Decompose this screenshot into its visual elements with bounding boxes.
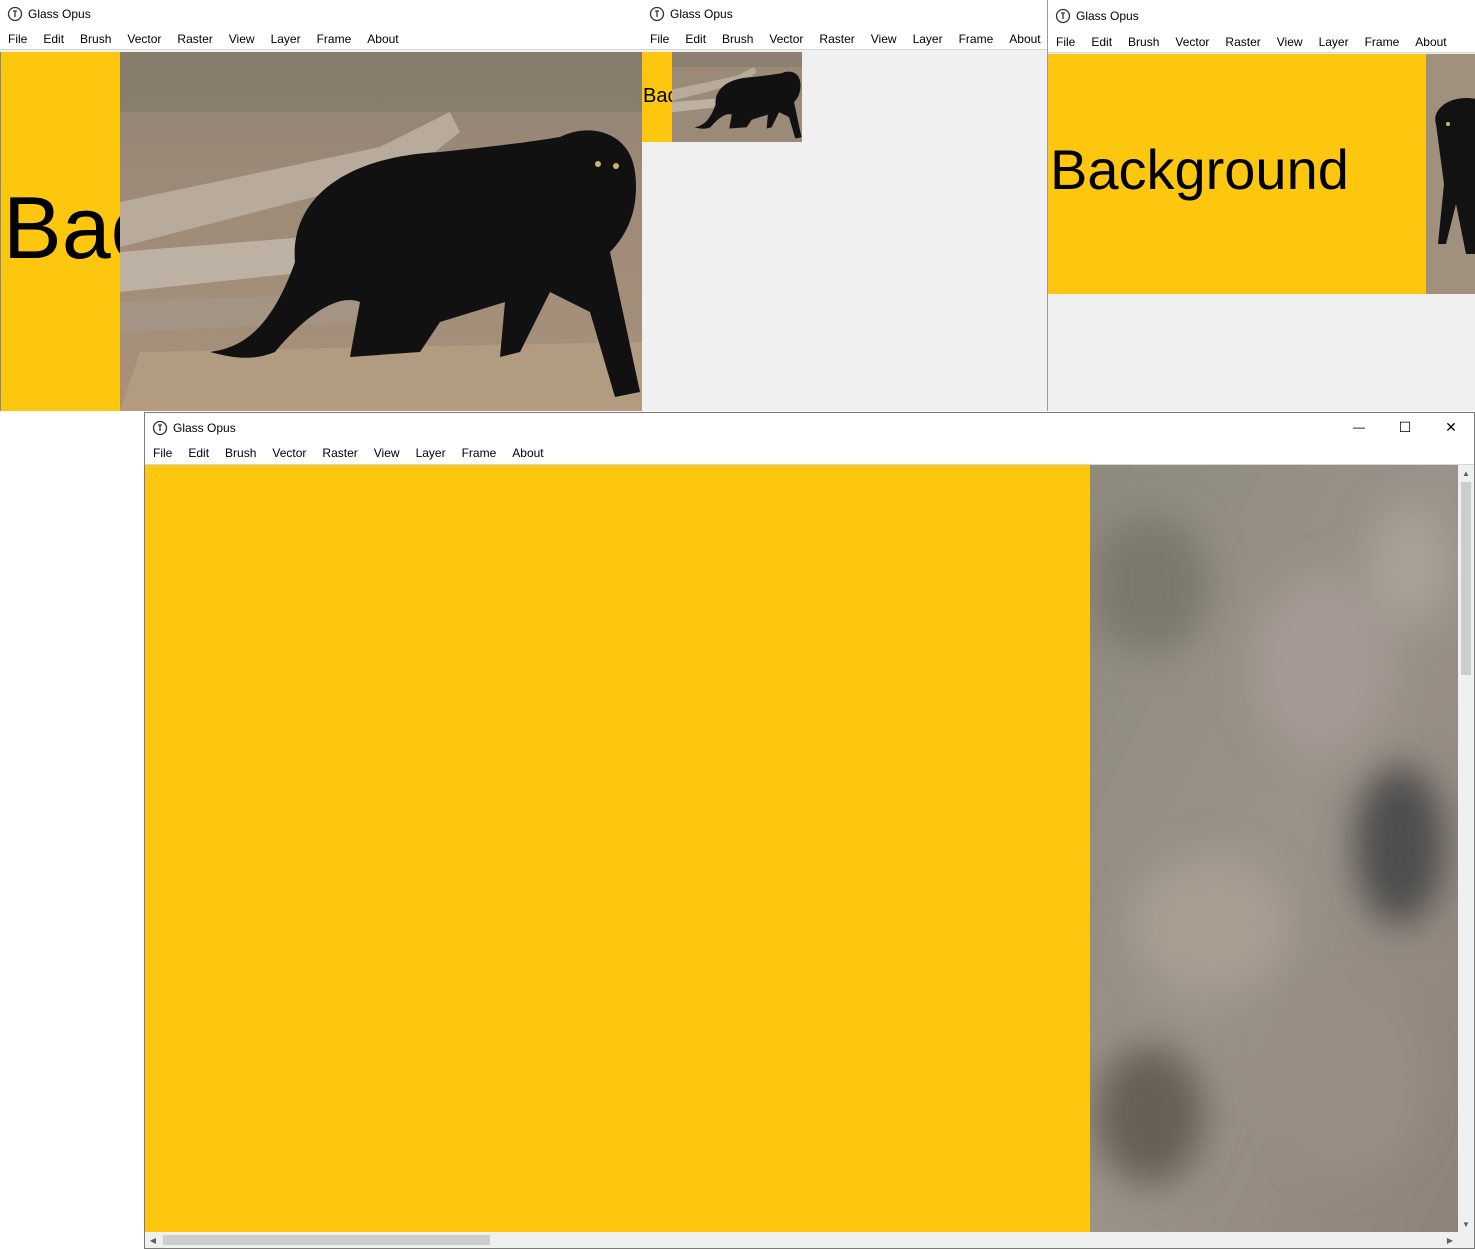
menu-layer[interactable]: Layer	[1319, 35, 1349, 49]
menu-vector[interactable]: Vector	[1175, 35, 1209, 49]
vertical-scrollbar[interactable]: ▲ ▼	[1458, 465, 1474, 1232]
menu-brush[interactable]: Brush	[1128, 35, 1159, 49]
menu-brush[interactable]: Brush	[80, 32, 111, 46]
menu-frame[interactable]: Frame	[1365, 35, 1400, 49]
minimize-button[interactable]: —	[1336, 413, 1382, 441]
background-layer: Background	[642, 52, 672, 142]
window-title: Glass Opus	[173, 420, 236, 435]
vertical-scroll-thumb[interactable]	[1461, 482, 1471, 675]
window-main-header: Glass Opus — ☐ ✕ File Edit Brush Vector …	[145, 413, 1474, 465]
menu-frame[interactable]: Frame	[317, 32, 352, 46]
menu-frame[interactable]: Frame	[959, 32, 994, 46]
layer-label: Background	[643, 85, 672, 107]
menu-layer[interactable]: Layer	[271, 32, 301, 46]
menu-frame[interactable]: Frame	[462, 446, 497, 460]
scroll-arrow-icon: ▶	[1446, 1235, 1454, 1245]
title-bar[interactable]: Glass Opus	[1048, 0, 1475, 31]
horizontal-scroll-thumb[interactable]	[163, 1235, 490, 1245]
app-logo-icon	[1055, 8, 1071, 23]
background-layer: Background	[1, 52, 120, 411]
background-layer: Background	[1048, 54, 1426, 294]
scroll-arrow-icon: ▲	[1462, 468, 1470, 478]
window-2: Glass Opus File Edit Brush Vector Raster…	[642, 0, 1047, 411]
window-title: Glass Opus	[1076, 8, 1139, 23]
scroll-left-button[interactable]: ◀	[145, 1232, 161, 1248]
menu-about[interactable]: About	[512, 446, 543, 460]
menu-file[interactable]: File	[1056, 35, 1075, 49]
window-2-header: Glass Opus File Edit Brush Vector Raster…	[642, 0, 1047, 50]
scroll-up-button[interactable]: ▲	[1458, 465, 1474, 481]
menu-view[interactable]: View	[374, 446, 400, 460]
menu-raster[interactable]: Raster	[322, 446, 357, 460]
close-button[interactable]: ✕	[1428, 413, 1474, 441]
app-logo-icon	[649, 6, 665, 22]
menu-vector[interactable]: Vector	[272, 446, 306, 460]
window-main: Glass Opus — ☐ ✕ File Edit Brush Vector …	[144, 412, 1475, 1249]
panther-photo	[1426, 54, 1475, 294]
menu-about[interactable]: About	[367, 32, 398, 46]
menu-file[interactable]: File	[153, 446, 172, 460]
app-logo-icon	[152, 420, 168, 435]
close-icon: ✕	[1445, 418, 1457, 435]
window-title: Glass Opus	[28, 7, 91, 21]
layer-label: Background	[1050, 138, 1349, 201]
menu-brush[interactable]: Brush	[722, 32, 753, 46]
menu-file[interactable]: File	[8, 32, 27, 46]
menu-layer[interactable]: Layer	[416, 446, 446, 460]
zoomed-photo	[1090, 465, 1458, 1232]
app-logo-icon	[7, 6, 23, 22]
background-layer	[145, 465, 1090, 1232]
menu-file[interactable]: File	[650, 32, 669, 46]
title-bar[interactable]: Glass Opus	[642, 0, 1047, 28]
scroll-down-button[interactable]: ▼	[1458, 1216, 1474, 1232]
scroll-arrow-icon: ◀	[149, 1235, 157, 1245]
maximize-button[interactable]: ☐	[1382, 413, 1428, 441]
window-1: Glass Opus File Edit Brush Vector Raster…	[0, 0, 643, 411]
canvas-area[interactable]: Background	[1048, 54, 1475, 294]
menu-edit[interactable]: Edit	[188, 446, 209, 460]
layer-label: Background	[3, 178, 120, 277]
scroll-arrow-icon: ▼	[1462, 1219, 1470, 1229]
canvas-area[interactable]: Background	[0, 52, 642, 411]
menu-raster[interactable]: Raster	[819, 32, 854, 46]
menu-vector[interactable]: Vector	[769, 32, 803, 46]
title-bar[interactable]: Glass Opus — ☐ ✕	[145, 413, 1474, 442]
panther-photo	[120, 52, 642, 411]
menu-vector[interactable]: Vector	[127, 32, 161, 46]
window-title: Glass Opus	[670, 7, 733, 21]
menu-bar: File Edit Brush Vector Raster View Layer…	[1048, 31, 1475, 53]
panther-photo	[672, 52, 802, 142]
canvas-area[interactable]: Background	[642, 52, 802, 142]
minimize-icon: —	[1353, 420, 1365, 434]
menu-brush[interactable]: Brush	[225, 446, 256, 460]
menu-bar: File Edit Brush Vector Raster View Layer…	[145, 442, 1474, 465]
title-bar[interactable]: Glass Opus	[0, 0, 642, 28]
menu-edit[interactable]: Edit	[685, 32, 706, 46]
window-1-header: Glass Opus File Edit Brush Vector Raster…	[0, 0, 642, 50]
menu-about[interactable]: About	[1009, 32, 1040, 46]
window-3: Glass Opus File Edit Brush Vector Raster…	[1047, 0, 1475, 411]
menu-view[interactable]: View	[1277, 35, 1303, 49]
menu-view[interactable]: View	[229, 32, 255, 46]
horizontal-scrollbar[interactable]: ◀ ▶	[145, 1232, 1458, 1248]
menu-view[interactable]: View	[871, 32, 897, 46]
menu-raster[interactable]: Raster	[1225, 35, 1260, 49]
window-3-header: Glass Opus File Edit Brush Vector Raster…	[1048, 0, 1475, 53]
menu-layer[interactable]: Layer	[913, 32, 943, 46]
scroll-right-button[interactable]: ▶	[1442, 1232, 1458, 1248]
menu-raster[interactable]: Raster	[177, 32, 212, 46]
menu-edit[interactable]: Edit	[1091, 35, 1112, 49]
maximize-icon: ☐	[1398, 418, 1412, 435]
menu-about[interactable]: About	[1415, 35, 1446, 49]
canvas-area[interactable]	[145, 465, 1458, 1232]
menu-bar: File Edit Brush Vector Raster View Layer…	[0, 28, 642, 50]
menu-bar: File Edit Brush Vector Raster View Layer…	[642, 28, 1047, 50]
menu-edit[interactable]: Edit	[43, 32, 64, 46]
